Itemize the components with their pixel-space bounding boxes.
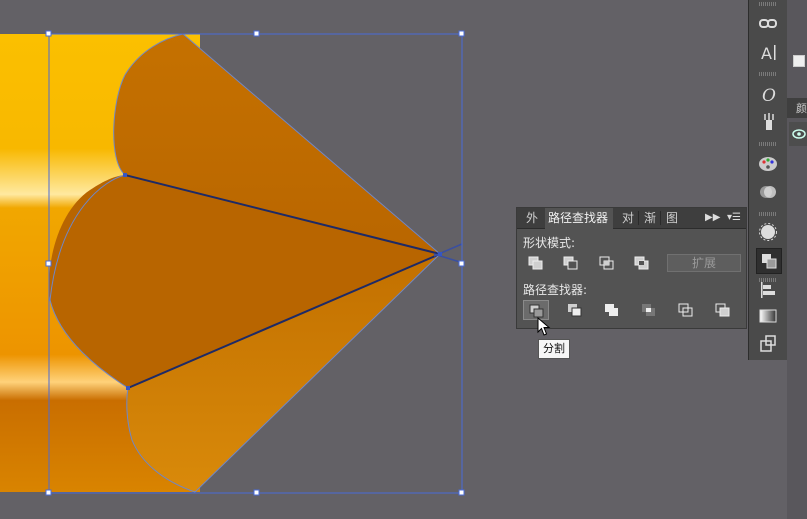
exclude-icon <box>634 256 649 270</box>
divide-icon <box>529 304 544 318</box>
unite-button[interactable] <box>523 253 549 273</box>
pathfinder-icon[interactable] <box>756 248 782 274</box>
palette-icon[interactable] <box>756 152 780 176</box>
tab-divider <box>660 211 661 225</box>
eye-icon[interactable] <box>789 122 807 146</box>
color-guide-icon[interactable] <box>756 180 780 204</box>
handle-bottom-middle[interactable] <box>253 489 260 496</box>
opentype-icon[interactable]: O <box>756 82 780 106</box>
tooltip: 分割 <box>538 339 570 359</box>
toolbar-grip[interactable] <box>759 72 777 76</box>
transform-icon[interactable] <box>756 332 780 356</box>
link-icon[interactable] <box>756 12 780 36</box>
tab-appearance[interactable]: 外 <box>523 208 545 228</box>
outline-icon <box>678 303 693 317</box>
pathfinders-label: 路径查找器: <box>523 283 588 297</box>
svg-text:O: O <box>762 86 776 106</box>
merge-button[interactable] <box>599 300 625 320</box>
handle-middle-left[interactable] <box>45 260 52 267</box>
crop-button[interactable] <box>636 300 662 320</box>
unite-icon <box>528 256 543 270</box>
align-icon[interactable] <box>756 278 780 302</box>
panel-dock-toolbar: A O <box>748 0 788 360</box>
gradient-icon[interactable] <box>756 304 780 328</box>
color-panel-tab[interactable]: 颜 <box>796 100 807 116</box>
handle-top-right[interactable] <box>458 30 465 37</box>
transparency-icon[interactable] <box>756 220 780 244</box>
tab-pathfinder[interactable]: 路径查找器 <box>545 208 613 229</box>
minus-back-icon <box>715 303 730 317</box>
docked-panel-edge: 颜 <box>787 0 807 519</box>
toolbar-grip[interactable] <box>759 142 777 146</box>
handle-middle-right[interactable] <box>458 260 465 267</box>
merge-icon <box>605 304 618 316</box>
minus-front-button[interactable] <box>558 253 584 273</box>
crop-icon <box>642 304 655 316</box>
svg-text:A: A <box>761 44 772 63</box>
brush-icon[interactable] <box>756 110 780 134</box>
anchor-point[interactable] <box>123 173 127 177</box>
anchor-point[interactable] <box>126 386 130 390</box>
tab-gradient[interactable]: 渐 <box>641 208 659 228</box>
minus-back-button[interactable] <box>710 300 736 320</box>
pathfinder-panel: 外 路径查找器 对 渐 图 ▶▶ ▾☰ 形状模式: 扩展 路径查找器: <box>516 207 747 329</box>
tab-divider <box>638 211 639 225</box>
tab-graphic-styles[interactable]: 图 <box>663 208 687 228</box>
outline-button[interactable] <box>673 300 699 320</box>
handle-top-left[interactable] <box>45 30 52 37</box>
intersect-button[interactable] <box>594 253 620 273</box>
expand-button[interactable]: 扩展 <box>667 254 741 272</box>
character-icon[interactable]: A <box>756 40 780 64</box>
exclude-button[interactable] <box>629 253 655 273</box>
anchor-point[interactable] <box>438 252 442 256</box>
handle-bottom-right[interactable] <box>458 489 465 496</box>
handle-bottom-left[interactable] <box>45 489 52 496</box>
toolbar-grip[interactable] <box>759 2 777 6</box>
panel-tab-bar: 外 路径查找器 对 渐 图 ▶▶ ▾☰ <box>517 208 746 229</box>
intersect-icon <box>599 256 614 270</box>
trim-button[interactable] <box>562 300 588 320</box>
double-chevron-right-icon[interactable]: ▶▶ <box>705 210 720 226</box>
mouse-cursor-icon <box>537 317 551 336</box>
panel-menu-icon[interactable]: ▾☰ <box>725 210 743 226</box>
handle-top-middle[interactable] <box>253 30 260 37</box>
checkbox[interactable] <box>793 55 805 67</box>
tab-align[interactable]: 对 <box>619 208 637 228</box>
trim-icon <box>568 304 582 317</box>
minus-front-icon <box>563 256 578 270</box>
shape-modes-label: 形状模式: <box>523 236 576 250</box>
toolbar-grip[interactable] <box>759 212 777 216</box>
